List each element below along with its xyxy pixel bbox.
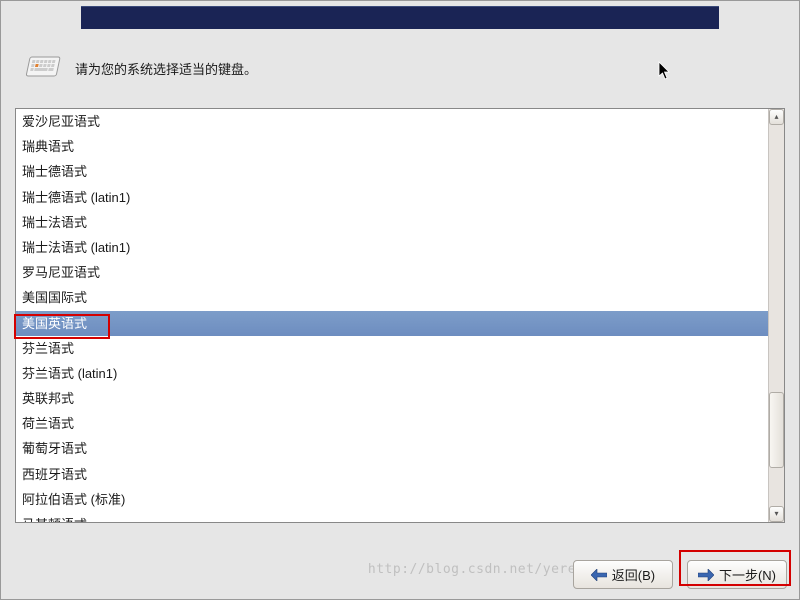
banner bbox=[81, 6, 719, 29]
keyboard-list-item[interactable]: 瑞典语式 bbox=[16, 134, 768, 159]
scroll-down-button[interactable]: ▾ bbox=[769, 506, 784, 522]
chevron-up-icon: ▴ bbox=[774, 113, 778, 121]
keyboard-list-item[interactable]: 阿拉伯语式 (标准) bbox=[16, 487, 768, 512]
keyboard-list-item[interactable]: 英联邦式 bbox=[16, 386, 768, 411]
keyboard-list-item[interactable]: 葡萄牙语式 bbox=[16, 436, 768, 461]
keyboard-list-item[interactable]: 爱沙尼亚语式 bbox=[16, 109, 768, 134]
keyboard-list-item[interactable]: 美国英语式 bbox=[16, 311, 768, 336]
keyboard-list-item[interactable]: 芬兰语式 (latin1) bbox=[16, 361, 768, 386]
keyboard-list-item[interactable]: 马其顿语式 bbox=[16, 512, 768, 522]
header: 请为您的系统选择适当的键盘。 bbox=[21, 53, 779, 83]
keyboard-list-item[interactable]: 瑞士德语式 bbox=[16, 159, 768, 184]
keyboard-icon bbox=[21, 53, 61, 83]
keyboard-list-item[interactable]: 瑞士德语式 (latin1) bbox=[16, 185, 768, 210]
keyboard-list-item[interactable]: 美国国际式 bbox=[16, 285, 768, 310]
keyboard-list-content[interactable]: 爱沙尼亚语式瑞典语式瑞士德语式瑞士德语式 (latin1)瑞士法语式瑞士法语式 … bbox=[16, 109, 768, 522]
scrollbar-thumb[interactable] bbox=[769, 392, 784, 468]
next-button-label: 下一步(N) bbox=[719, 565, 776, 584]
keyboard-list-item[interactable]: 西班牙语式 bbox=[16, 462, 768, 487]
scroll-up-button[interactable]: ▴ bbox=[769, 109, 784, 125]
keyboard-list-item[interactable]: 瑞士法语式 bbox=[16, 210, 768, 235]
scrollbar-track[interactable] bbox=[769, 125, 784, 506]
arrow-left-icon bbox=[591, 569, 607, 581]
keyboard-list-item[interactable]: 荷兰语式 bbox=[16, 411, 768, 436]
chevron-down-icon: ▾ bbox=[774, 510, 778, 518]
keyboard-list-item[interactable]: 罗马尼亚语式 bbox=[16, 260, 768, 285]
next-button[interactable]: 下一步(N) bbox=[687, 560, 787, 589]
keyboard-list: 爱沙尼亚语式瑞典语式瑞士德语式瑞士德语式 (latin1)瑞士法语式瑞士法语式 … bbox=[15, 108, 785, 523]
button-row: 返回(B) 下一步(N) bbox=[573, 560, 787, 589]
scrollbar: ▴ ▾ bbox=[768, 109, 784, 522]
back-button-label: 返回(B) bbox=[612, 565, 655, 584]
instruction-text: 请为您的系统选择适当的键盘。 bbox=[75, 59, 257, 78]
keyboard-list-item[interactable]: 芬兰语式 bbox=[16, 336, 768, 361]
keyboard-list-item[interactable]: 瑞士法语式 (latin1) bbox=[16, 235, 768, 260]
back-button[interactable]: 返回(B) bbox=[573, 560, 673, 589]
arrow-right-icon bbox=[698, 569, 714, 581]
